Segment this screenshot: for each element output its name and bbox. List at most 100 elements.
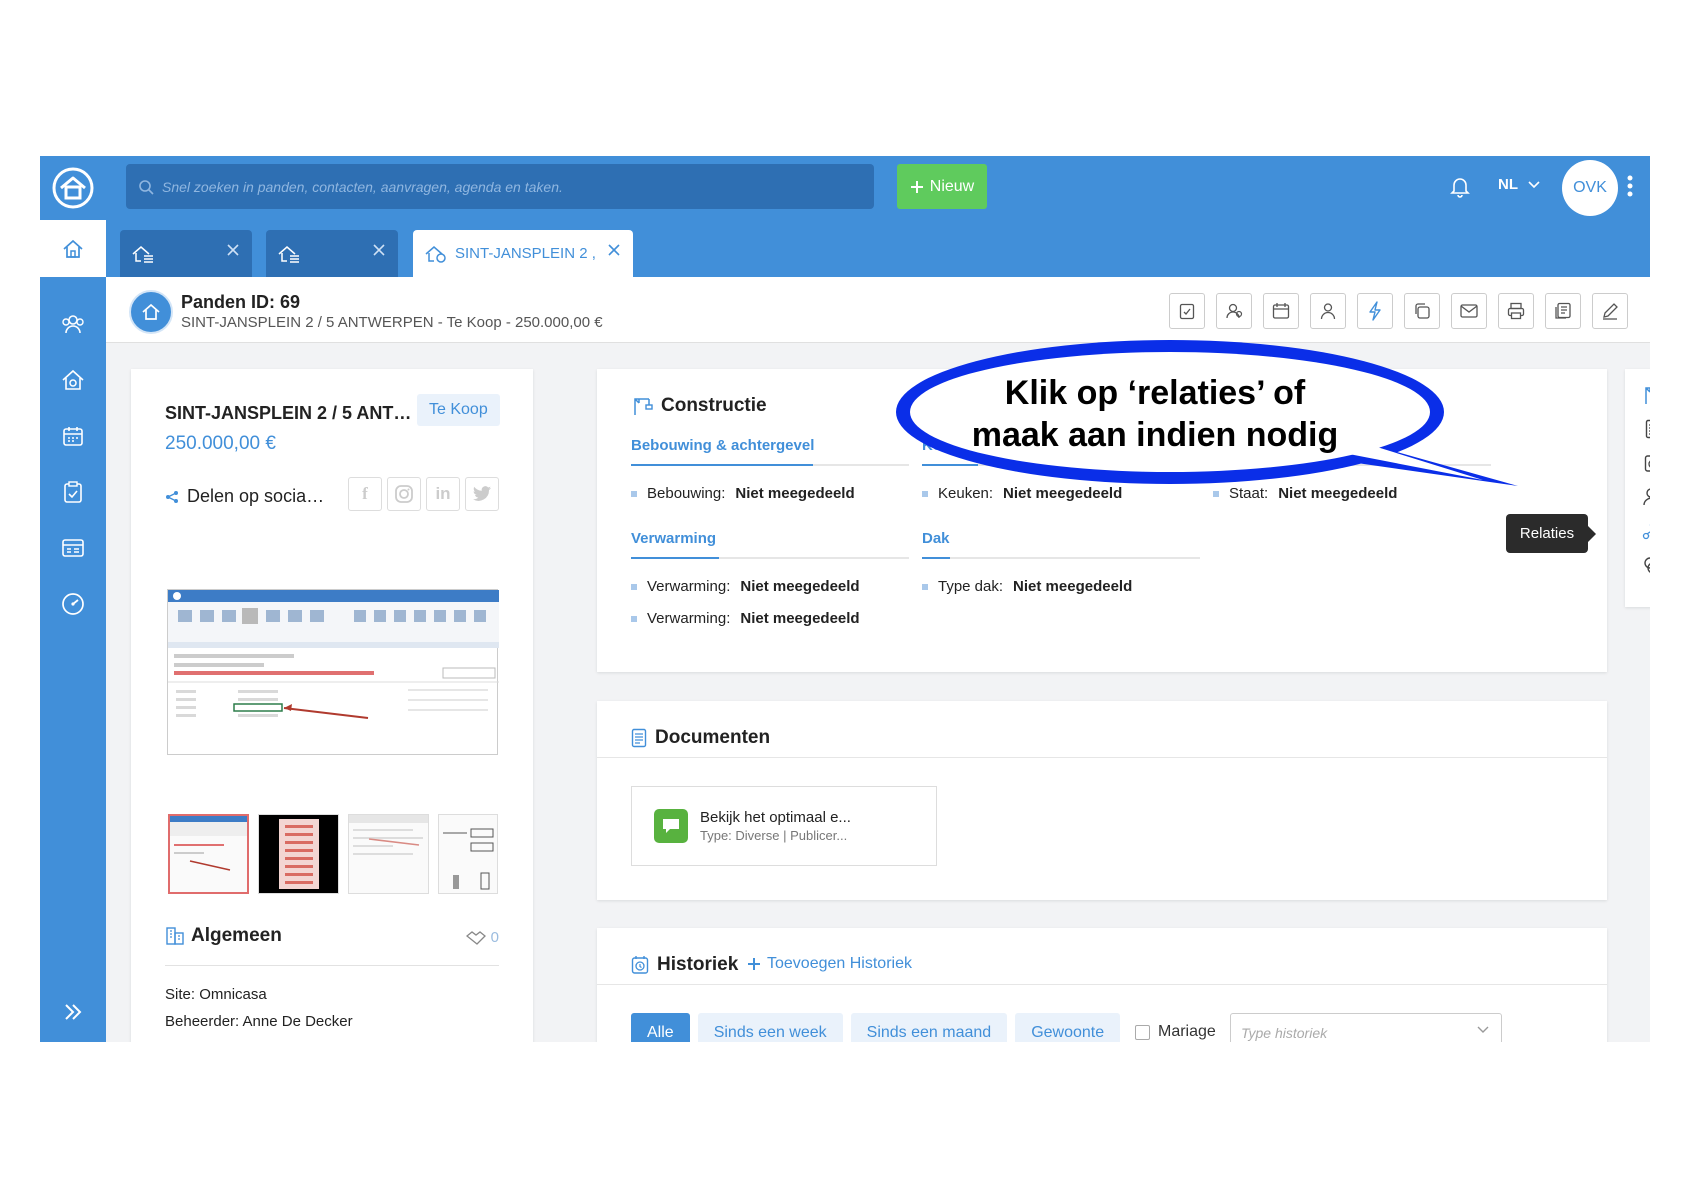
site-label: Site:	[165, 986, 196, 1003]
user-avatar[interactable]: OVK	[1562, 160, 1618, 216]
filter-alle[interactable]: Alle	[631, 1013, 690, 1042]
sidebar-item-tasks[interactable]	[40, 472, 106, 512]
contacts-button[interactable]	[1216, 293, 1252, 329]
home-icon	[142, 303, 160, 320]
mail-button[interactable]	[1451, 293, 1487, 329]
agenda-button[interactable]	[1263, 293, 1299, 329]
rings-icon	[1644, 557, 1650, 573]
app-logo[interactable]	[40, 156, 106, 220]
field-keuken: Keuken: Niet meegedeeld	[922, 485, 1122, 502]
clipboard-icon	[1179, 303, 1195, 320]
building-icon	[166, 927, 184, 945]
divider	[165, 965, 499, 966]
calendar-icon	[63, 427, 83, 446]
more-menu-button[interactable]	[1626, 174, 1634, 203]
kebab-icon	[1627, 175, 1633, 197]
global-search[interactable]	[126, 164, 874, 209]
sidebar-item-home[interactable]	[40, 220, 106, 277]
sidebar	[40, 220, 106, 1042]
task-button[interactable]	[1169, 293, 1205, 329]
search-input[interactable]	[162, 178, 842, 195]
facebook-button[interactable]: f	[348, 477, 382, 511]
language-select[interactable]: NL	[1498, 176, 1540, 193]
document-icon	[631, 728, 647, 748]
sidebar-item-properties[interactable]	[40, 360, 106, 400]
photo-thumbnails	[168, 814, 498, 894]
document-name: Bekijk het optimaal e...	[700, 809, 851, 826]
manager-field: Beheerder: Anne De Decker	[165, 1013, 353, 1030]
quick-action-button[interactable]	[1357, 293, 1393, 329]
constructie-label: Constructie	[661, 395, 767, 416]
sidebar-item-reports[interactable]	[40, 528, 106, 568]
filter-week[interactable]: Sinds een week	[697, 1013, 843, 1042]
field-value: Niet meegedeeld	[1013, 578, 1133, 595]
mail-icon	[1460, 304, 1478, 318]
field-value: Niet meegedeeld	[740, 578, 860, 595]
relaties-nav[interactable]	[1625, 517, 1650, 545]
linkedin-button[interactable]: in	[426, 477, 460, 511]
home-icon	[63, 239, 83, 258]
close-icon[interactable]	[607, 243, 621, 257]
twitter-icon	[473, 486, 491, 501]
tab-property-2[interactable]	[266, 230, 398, 277]
historiek-label: Historiek	[657, 954, 739, 975]
sidebar-item-agenda[interactable]	[40, 416, 106, 456]
links-nav[interactable]	[1625, 551, 1650, 579]
history-type-select[interactable]: Type historiek	[1230, 1013, 1502, 1042]
twitter-button[interactable]	[465, 477, 499, 511]
field-label: Keuken:	[938, 485, 994, 502]
checkbox-label: Mariage	[1158, 1023, 1216, 1040]
record-header: Panden ID: 69 SINT-JANSPLEIN 2 / 5 ANTWE…	[106, 277, 1650, 343]
edit-button[interactable]	[1592, 293, 1628, 329]
document-icon	[1645, 419, 1650, 439]
right-icon-bar	[1625, 369, 1650, 607]
checkbox[interactable]	[1135, 1024, 1150, 1040]
tab-sint-jansplein[interactable]: SINT-JANSPLEIN 2 ,	[413, 230, 633, 277]
duplicate-button[interactable]	[1404, 293, 1440, 329]
documenten-label: Documenten	[655, 727, 771, 748]
field-label: Staat:	[1229, 485, 1269, 502]
filter-gewoonte[interactable]: Gewoonte	[1015, 1013, 1121, 1042]
filter-month[interactable]: Sinds een maand	[850, 1013, 1008, 1042]
bell-icon	[1450, 178, 1470, 198]
gauge-icon	[62, 593, 84, 615]
close-icon[interactable]	[372, 243, 386, 257]
new-button[interactable]: Nieuw	[897, 164, 987, 209]
house-search-icon	[62, 369, 84, 390]
add-history-button[interactable]: Toevoegen Historiek	[747, 955, 912, 973]
notifications-button[interactable]	[1450, 176, 1470, 203]
sidebar-item-dashboard[interactable]	[40, 584, 106, 624]
callout-text: Klik op ‘relaties’ of maak aan indien no…	[905, 372, 1405, 456]
speech-bubble-icon	[663, 819, 679, 833]
person-button[interactable]	[1310, 293, 1346, 329]
document-card[interactable]: Bekijk het optimaal e... Type: Diverse |…	[631, 786, 937, 866]
field-label: Verwarming:	[647, 610, 731, 627]
main-photo[interactable]	[167, 589, 499, 755]
thumbnail[interactable]	[348, 814, 429, 894]
history-nav[interactable]	[1625, 449, 1650, 477]
house-list-icon	[132, 245, 153, 263]
documents-button[interactable]	[1545, 293, 1581, 329]
thumbnail[interactable]	[438, 814, 498, 894]
thumbnail[interactable]	[258, 814, 339, 894]
top-bar: Nieuw NL OVK	[40, 156, 1650, 220]
documents-nav[interactable]	[1625, 415, 1650, 443]
constructie-nav[interactable]	[1625, 381, 1650, 409]
share-social[interactable]: Delen op sociale media	[165, 486, 327, 507]
sidebar-item-contacts[interactable]	[40, 304, 106, 344]
tab-label: SINT-JANSPLEIN 2 ,	[455, 245, 596, 262]
sidebar-expand-button[interactable]	[40, 992, 106, 1032]
print-button[interactable]	[1498, 293, 1534, 329]
app-window: Nieuw NL OVK SINT-JANSPLEIN 2 ,	[40, 156, 1650, 1042]
mariage-checkbox[interactable]: Mariage	[1135, 1023, 1216, 1041]
thumbnail[interactable]	[168, 814, 249, 894]
tab-property-1[interactable]	[120, 230, 252, 277]
house-list-icon	[278, 245, 299, 263]
property-avatar	[129, 290, 173, 334]
instagram-button[interactable]	[387, 477, 421, 511]
close-icon[interactable]	[226, 243, 240, 257]
user-settings-nav[interactable]	[1625, 483, 1650, 511]
user-group-icon	[1226, 303, 1243, 319]
algemeen-count[interactable]: 0	[465, 929, 499, 946]
history-icon	[1644, 455, 1650, 472]
